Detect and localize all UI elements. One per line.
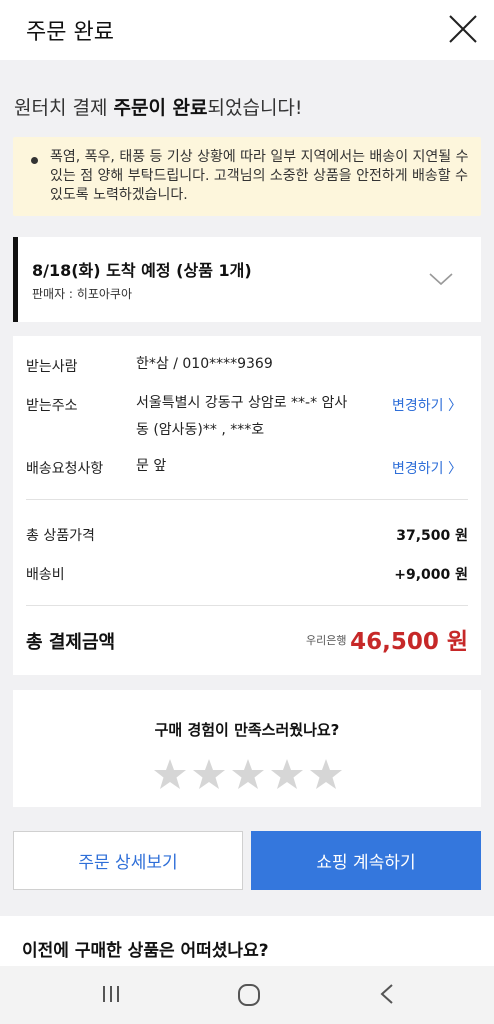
order-info-card: 받는사람 한*삼 / 010****9369 받는주소 서울특별시 강동구 상암… — [13, 336, 481, 675]
star-icon[interactable] — [271, 759, 303, 789]
divider — [26, 605, 468, 606]
address-line-2: 동 (암사동)** , ***호 — [136, 422, 265, 438]
previous-purchases-section: 이전에 구매한 상품은 어떠셨나요? — [0, 916, 494, 966]
total-label: 총 결제금액 — [26, 632, 116, 653]
request-change-link[interactable]: 변경하기 〉 — [392, 458, 462, 478]
weather-notice: 폭염, 폭우, 태풍 등 기상 상황에 따라 일부 지역에서는 배송이 지연될 … — [13, 137, 481, 216]
request-value: 문 앞 — [136, 458, 167, 474]
star-icon[interactable] — [310, 759, 342, 789]
back-icon[interactable] — [377, 983, 397, 1005]
recent-apps-icon[interactable] — [100, 983, 122, 1005]
system-nav-bar — [0, 966, 494, 1024]
home-icon[interactable] — [237, 983, 261, 1007]
delivery-eta: 8/18(화) 도착 예정 (상품 1개) — [32, 261, 252, 280]
total-amount: 46,500 원 — [350, 629, 468, 655]
star-icon[interactable] — [154, 759, 186, 789]
product-price-label: 총 상품가격 — [26, 528, 95, 544]
recipient-value: 한*삼 / 010****9369 — [136, 356, 273, 372]
review-card: 구매 경험이 만족스러웠나요? — [13, 690, 481, 807]
shipping-fee-label: 배송비 — [26, 567, 65, 583]
address-label: 받는주소 — [26, 398, 78, 414]
seller-name: 판매자 : 히포아쿠아 — [32, 287, 132, 301]
star-icon[interactable] — [193, 759, 225, 789]
product-price: 37,500 원 — [396, 528, 468, 544]
previous-purchases-title: 이전에 구매한 상품은 어떠셨나요? — [22, 941, 269, 961]
completion-message: 원터치 결제 주문이 완료되었습니다! — [14, 97, 303, 119]
address-line-1: 서울특별시 강동구 상암로 **-* 암사 — [136, 395, 348, 411]
rating-stars — [154, 759, 342, 789]
review-question: 구매 경험이 만족스러웠나요? — [154, 721, 340, 739]
order-detail-button[interactable]: 주문 상세보기 — [13, 831, 243, 890]
bullet-icon — [31, 157, 38, 164]
delivery-summary[interactable]: 8/18(화) 도착 예정 (상품 1개) 판매자 : 히포아쿠아 — [13, 237, 481, 322]
notice-text: 폭염, 폭우, 태풍 등 기상 상황에 따라 일부 지역에서는 배송이 지연될 … — [50, 149, 469, 203]
request-label: 배송요청사항 — [26, 461, 104, 477]
page-title: 주문 완료 — [26, 20, 114, 45]
header: 주문 완료 — [0, 0, 494, 60]
bank-name: 우리은행 — [306, 634, 347, 647]
close-icon[interactable] — [446, 12, 480, 46]
chevron-down-icon[interactable] — [428, 271, 454, 287]
continue-shopping-button[interactable]: 쇼핑 계속하기 — [251, 831, 481, 890]
star-icon[interactable] — [232, 759, 264, 789]
divider — [26, 499, 468, 500]
recipient-label: 받는사람 — [26, 359, 78, 375]
address-change-link[interactable]: 변경하기 〉 — [392, 395, 462, 415]
shipping-fee: +9,000 원 — [394, 567, 468, 583]
